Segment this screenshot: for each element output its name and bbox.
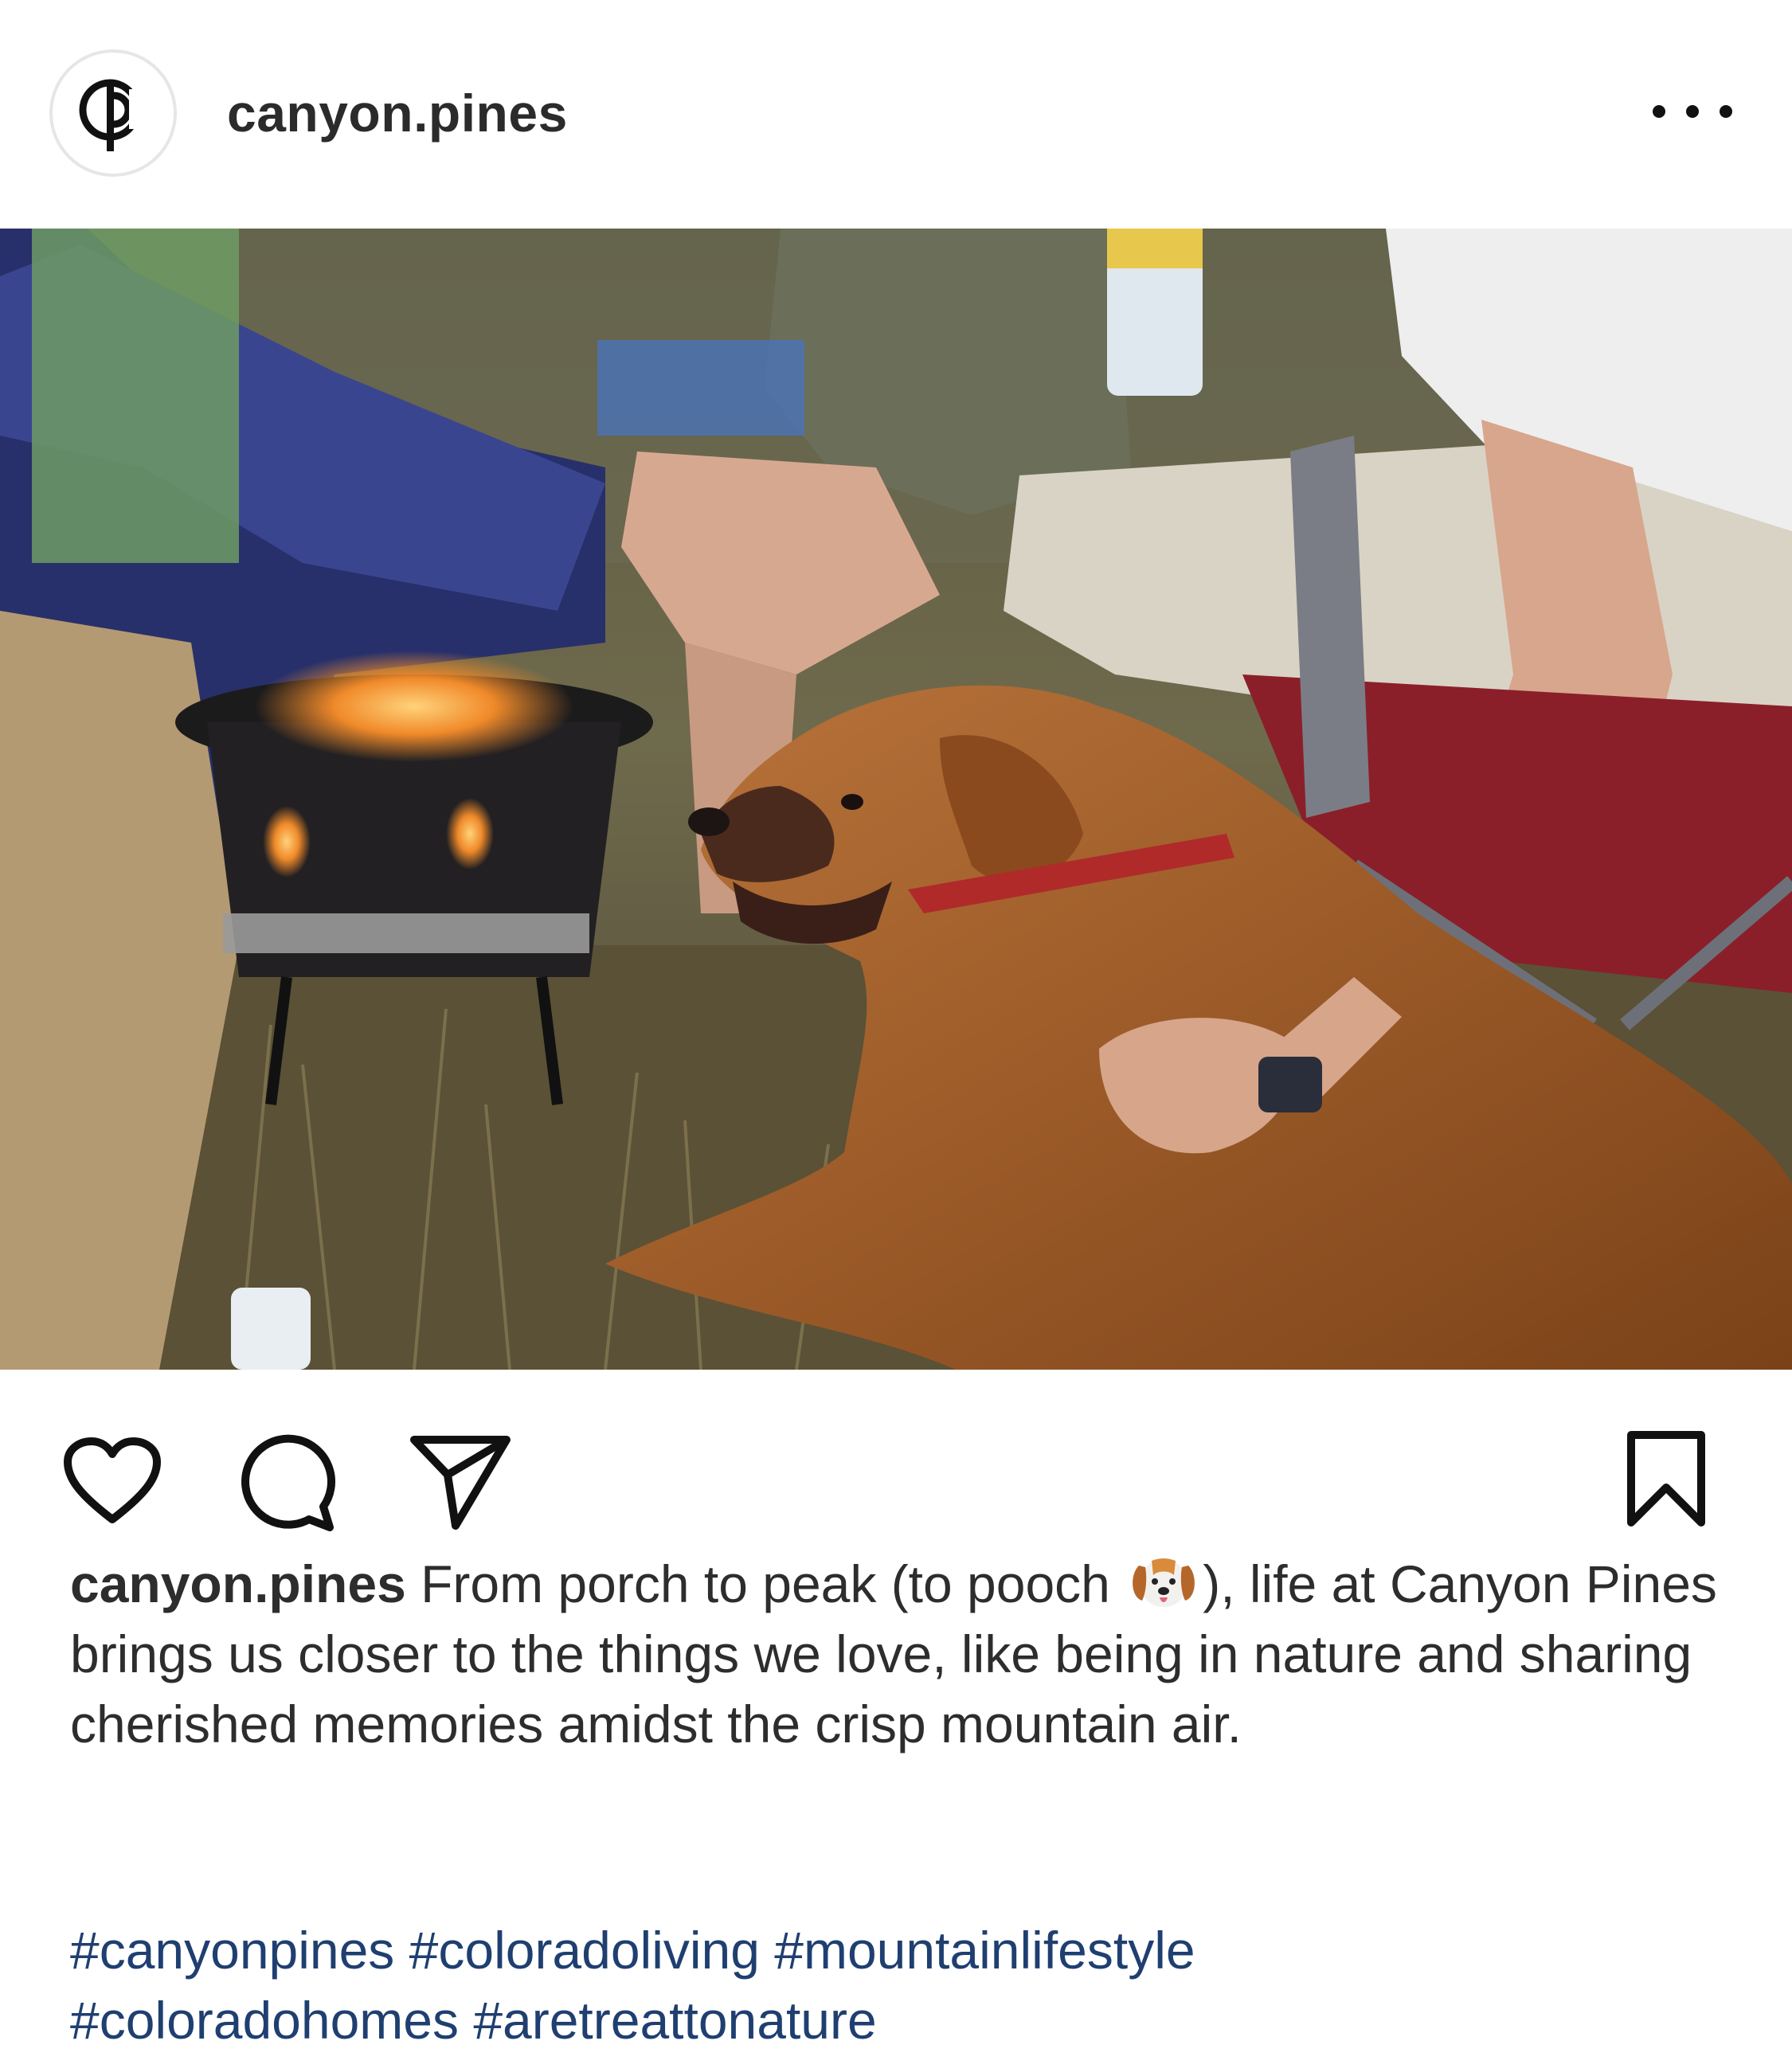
bookmark-icon [1627, 1431, 1705, 1527]
hashtag-link[interactable]: #aretreattonature [473, 1991, 876, 2050]
hashtag-list: #canyonpines #coloradoliving #mountainli… [70, 1915, 1727, 2055]
dot [1653, 105, 1665, 118]
dot [1720, 105, 1732, 118]
paper-plane-icon [410, 1436, 511, 1530]
like-button[interactable] [61, 1433, 164, 1529]
hashtag-link[interactable]: #coloradoliving [409, 1921, 760, 1980]
caption-username[interactable]: canyon.pines [70, 1554, 406, 1613]
save-button[interactable] [1625, 1430, 1708, 1529]
caption-text-start: From porch to peak (to pooch [405, 1554, 1125, 1613]
hashtag-link[interactable]: #canyonpines [70, 1921, 394, 1980]
dog-face-emoji-icon [1133, 1558, 1195, 1607]
dot [1686, 105, 1699, 118]
comment-button[interactable] [237, 1433, 336, 1532]
hashtag-link[interactable]: #mountainlifestyle [774, 1921, 1195, 1980]
post-caption: canyon.pines From porch to peak (to pooc… [70, 1549, 1727, 1759]
post-header: canyon.pines [0, 0, 1792, 229]
share-button[interactable] [409, 1432, 511, 1531]
cp-monogram-logo-icon [79, 79, 145, 151]
post-actions-bar [0, 1370, 1792, 1545]
profile-avatar[interactable] [49, 49, 177, 177]
more-options-icon[interactable] [1653, 96, 1732, 127]
comment-icon [241, 1434, 335, 1531]
heart-icon [64, 1437, 161, 1523]
post-username[interactable]: canyon.pines [227, 81, 568, 145]
post-photo[interactable] [0, 229, 1792, 1370]
hashtag-link[interactable]: #coloradohomes [70, 1991, 459, 2050]
campfire-dog-photo [0, 229, 1792, 1370]
